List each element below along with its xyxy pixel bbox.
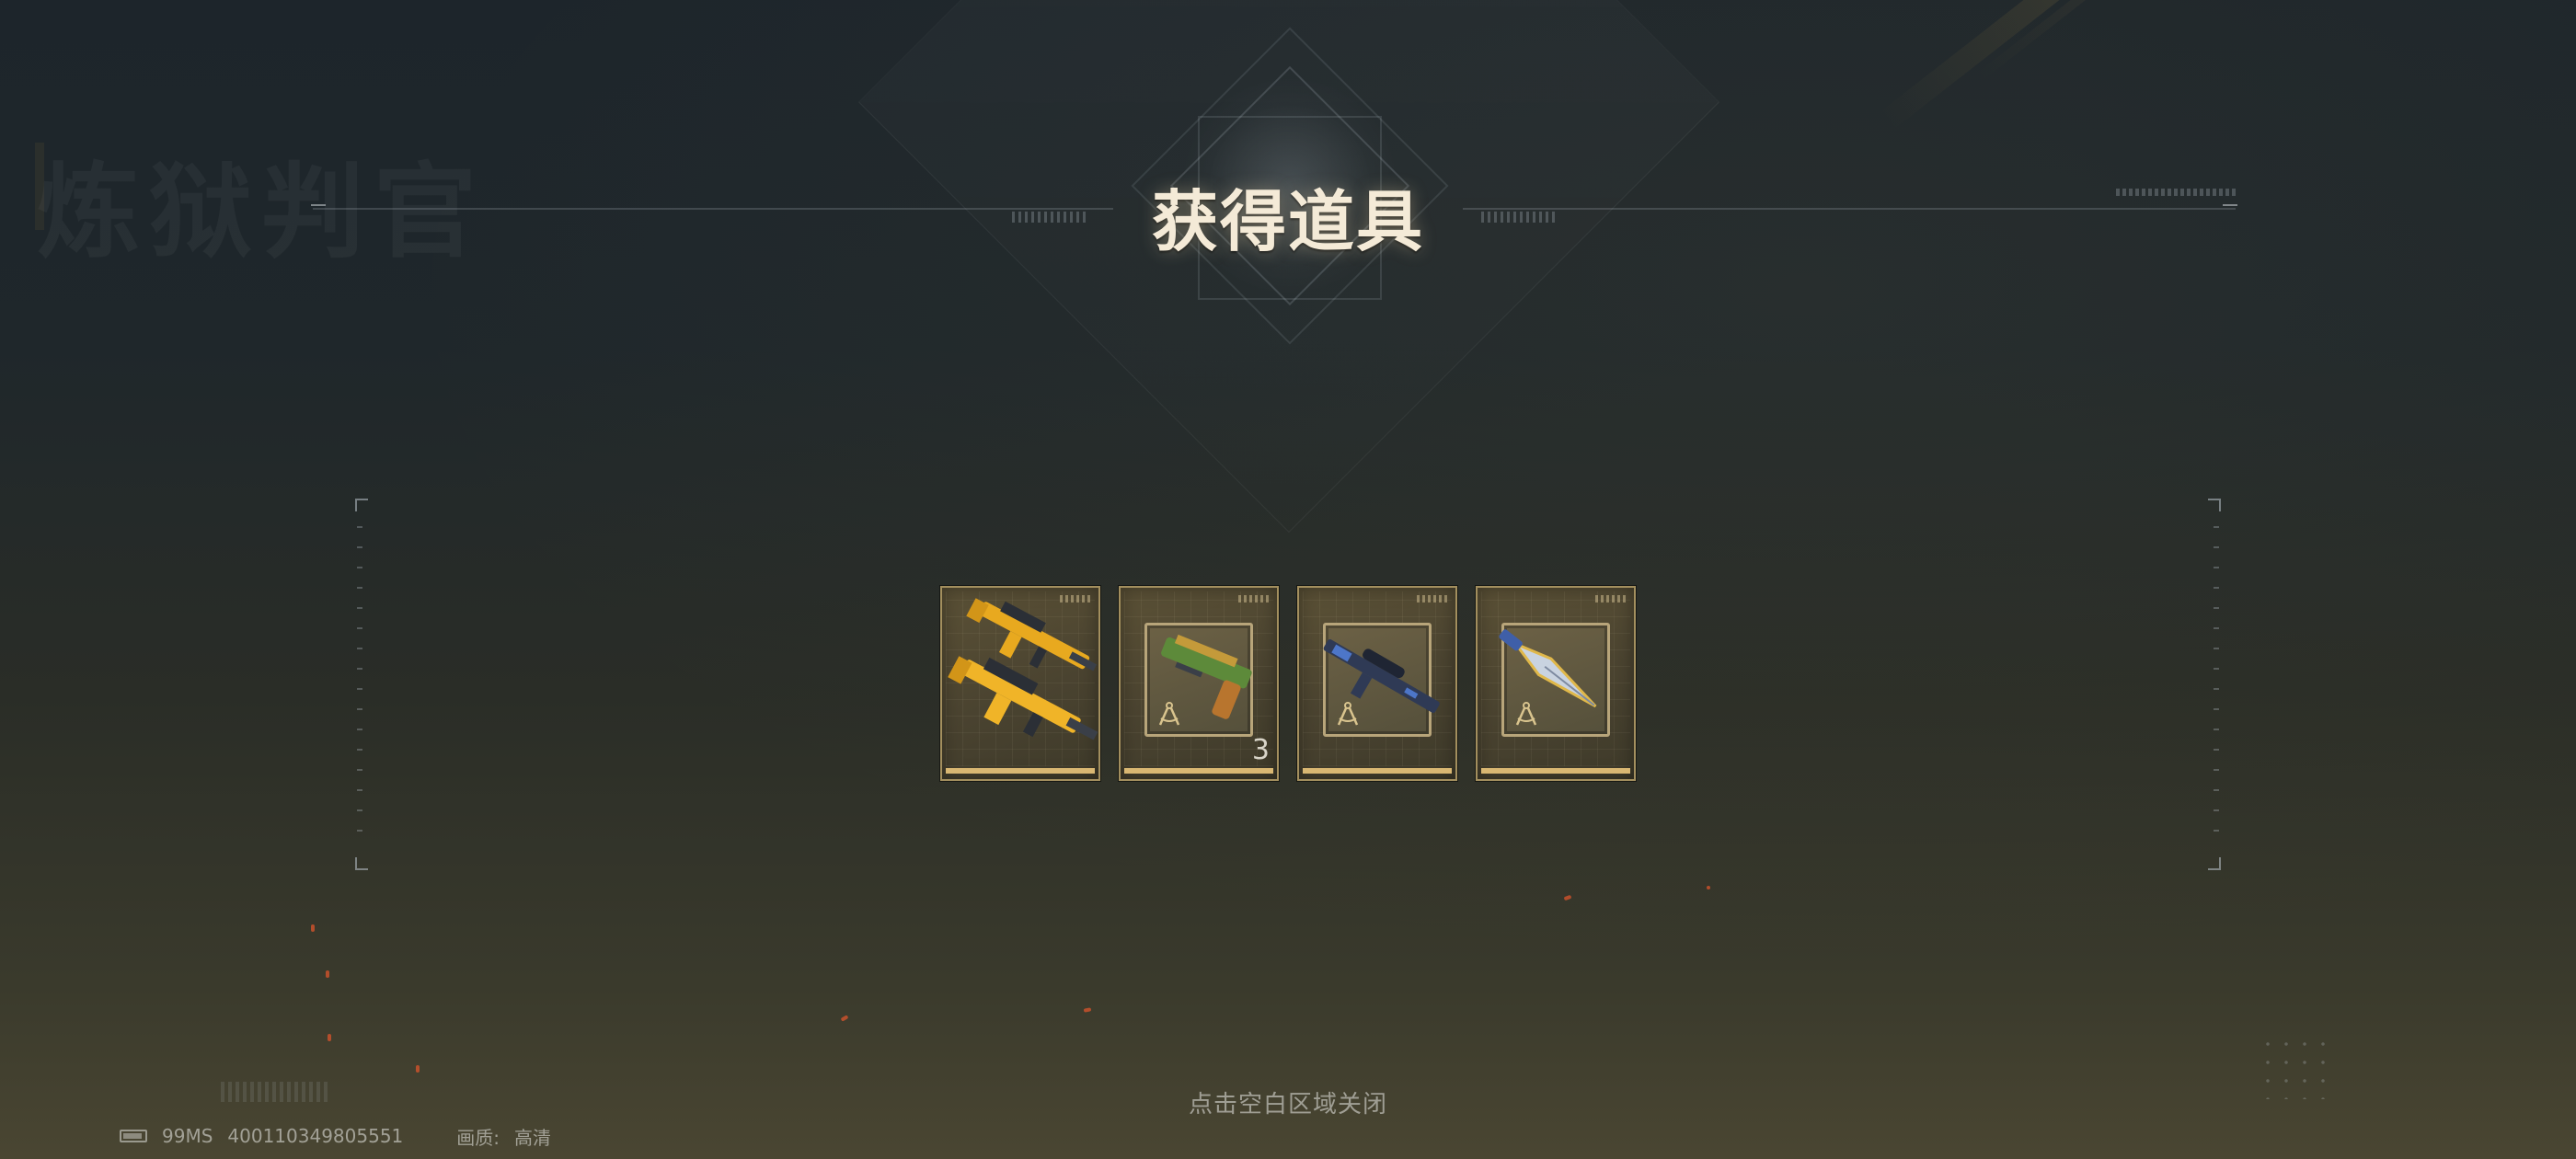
quality-label: 画质: [456,1126,500,1149]
ember-particle [326,970,329,978]
sniper-rifle-icon [1323,639,1440,713]
reward-item-sniper-blueprint[interactable] [1297,586,1457,781]
ping-value: 99MS [162,1125,213,1147]
divider-tick [2223,204,2237,206]
reward-item-knife-blueprint[interactable] [1476,586,1636,781]
quality-value: 高清 [514,1126,552,1149]
page-title: 获得道具 [1151,183,1424,260]
bracket-ticks [2214,526,2219,843]
title-divider-left [313,208,1113,210]
ember-particle [416,1065,420,1073]
bracket-corner [355,857,368,870]
decorative-dot-grid [2259,1035,2332,1099]
bracket-ticks [357,526,362,843]
battery-icon [120,1130,147,1142]
compass-icon [1158,702,1180,726]
item-rarity-bar [946,768,1095,774]
ember-particle [1563,894,1572,901]
ember-particle [840,1015,849,1022]
title-banner: 获得道具 [0,0,2576,534]
compass-icon [1515,702,1537,726]
frame-bracket-left [355,499,368,870]
bracket-corner [2208,499,2221,511]
player-id: 400110349805551 [227,1125,404,1147]
bracket-corner [355,499,368,511]
divider-tick [311,204,326,206]
item-rarity-bar [1303,768,1452,774]
item-rarity-bar [1124,768,1273,774]
ember-particle [1083,1007,1092,1013]
ember-particle [1707,886,1710,889]
close-hint[interactable]: 点击空白区域关闭 [1104,1085,1472,1119]
ember-particle [311,924,315,932]
decorative-microtext [221,1082,331,1102]
divider-hatch [1481,212,1555,223]
status-bar: 99MS 400110349805551 画质: 高清 [120,1124,552,1149]
divider-hatch [1012,212,1086,223]
reward-item-list: 3 [940,586,1636,783]
rifle-skin-icon [948,598,1098,740]
frame-bracket-right [2208,499,2221,870]
ember-particle [328,1034,331,1041]
reward-item-rifle-skin[interactable] [940,586,1100,781]
decorative-microtext [2116,189,2236,196]
bracket-corner [2208,857,2221,870]
item-rarity-bar [1481,768,1630,774]
knife-icon [1499,629,1597,708]
compass-icon [1337,702,1359,726]
title-divider-right [1463,208,2236,210]
reward-item-pistol-blueprint[interactable]: 3 [1119,586,1279,781]
item-count: 3 [1251,734,1270,766]
